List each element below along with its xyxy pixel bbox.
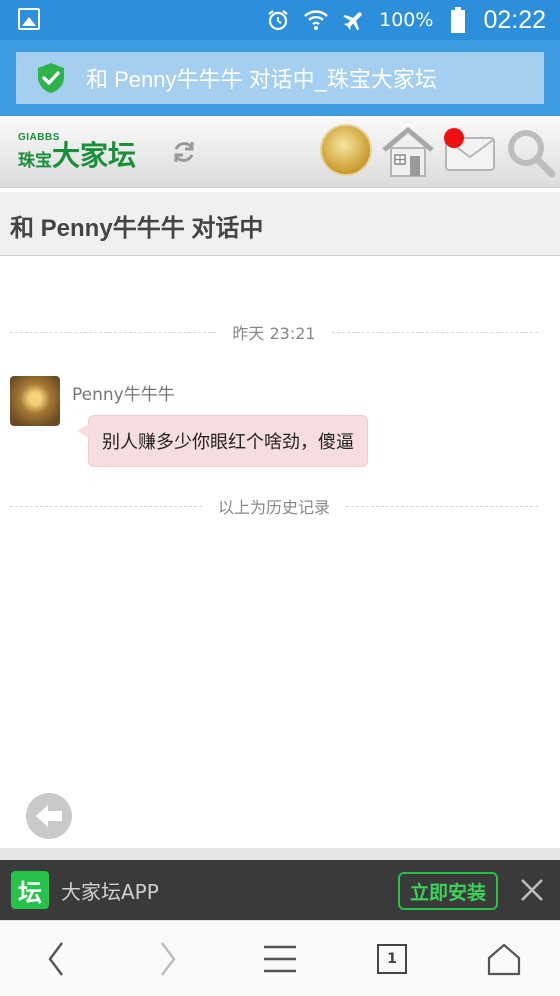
status-icons: 100% 02:22 [265, 0, 546, 40]
clock: 02:22 [483, 5, 546, 34]
history-label: 以上为历史记录 [218, 498, 331, 517]
wifi-icon [303, 7, 329, 33]
home-outline-icon [487, 943, 521, 976]
page-title-pill[interactable]: 和 Penny牛牛牛 对话中_珠宝大家坛 [16, 52, 544, 104]
tab-count: 1 [377, 944, 407, 974]
messages-button[interactable] [444, 124, 496, 180]
gallery-icon [18, 8, 40, 30]
section-divider [0, 848, 560, 860]
app-download-banner: 坛 大家坛APP 立即安装 [0, 860, 560, 920]
divider-line [346, 505, 539, 507]
airplane-icon [341, 7, 367, 33]
battery-percent: 100% [379, 9, 434, 31]
timestamp-divider: 昨天 23:21 [10, 320, 539, 344]
app-name: 大家坛APP [61, 880, 159, 904]
menu-icon [264, 945, 296, 973]
browser-toolbar: 1 [0, 920, 560, 996]
sender-name: Penny牛牛牛 [72, 385, 175, 405]
divider-line [10, 331, 217, 333]
chevron-left-icon [48, 942, 63, 976]
alarm-icon [265, 7, 291, 33]
browser-forward-button[interactable] [148, 939, 188, 979]
user-avatar[interactable] [320, 124, 372, 176]
search-icon[interactable] [504, 124, 558, 180]
refresh-icon[interactable] [170, 138, 198, 166]
chevron-right-icon [161, 942, 176, 976]
conversation-header: 和 Penny牛牛牛 对话中 [0, 188, 560, 256]
home-icon[interactable] [380, 124, 436, 180]
history-divider: 以上为历史记录 [10, 494, 539, 518]
sender-avatar[interactable] [10, 376, 60, 426]
logo-zhubao: 珠宝 [18, 151, 52, 171]
back-button[interactable] [26, 793, 72, 839]
conversation-title: 和 Penny牛牛牛 对话中 [10, 215, 264, 242]
app-logo: 坛 [11, 871, 49, 909]
battery-icon [445, 7, 471, 33]
browser-tabs-button[interactable]: 1 [372, 939, 412, 979]
logo-dajiatan: 大家坛 [52, 139, 137, 172]
arrow-left-icon [36, 805, 62, 827]
close-icon[interactable] [518, 876, 546, 904]
page-title: 和 Penny牛牛牛 对话中_珠宝大家坛 [86, 67, 437, 92]
message-bubble: 别人赚多少你眼红个啥劲，傻逼 [77, 415, 368, 467]
unread-badge [444, 128, 464, 148]
divider-line [10, 505, 202, 507]
secure-shield-icon [38, 63, 64, 93]
browser-home-button[interactable] [484, 939, 524, 979]
divider-line [331, 331, 539, 333]
site-header: GIABBS 珠宝 大家坛 [0, 116, 560, 188]
browser-back-button[interactable] [36, 939, 76, 979]
title-bar: 和 Penny牛牛牛 对话中_珠宝大家坛 [0, 40, 560, 116]
browser-menu-button[interactable] [260, 939, 300, 979]
message-timestamp: 昨天 23:21 [232, 324, 316, 343]
install-button[interactable]: 立即安装 [398, 872, 498, 910]
status-bar: 100% 02:22 [0, 0, 560, 40]
site-logo[interactable]: GIABBS 珠宝 大家坛 [18, 132, 136, 171]
